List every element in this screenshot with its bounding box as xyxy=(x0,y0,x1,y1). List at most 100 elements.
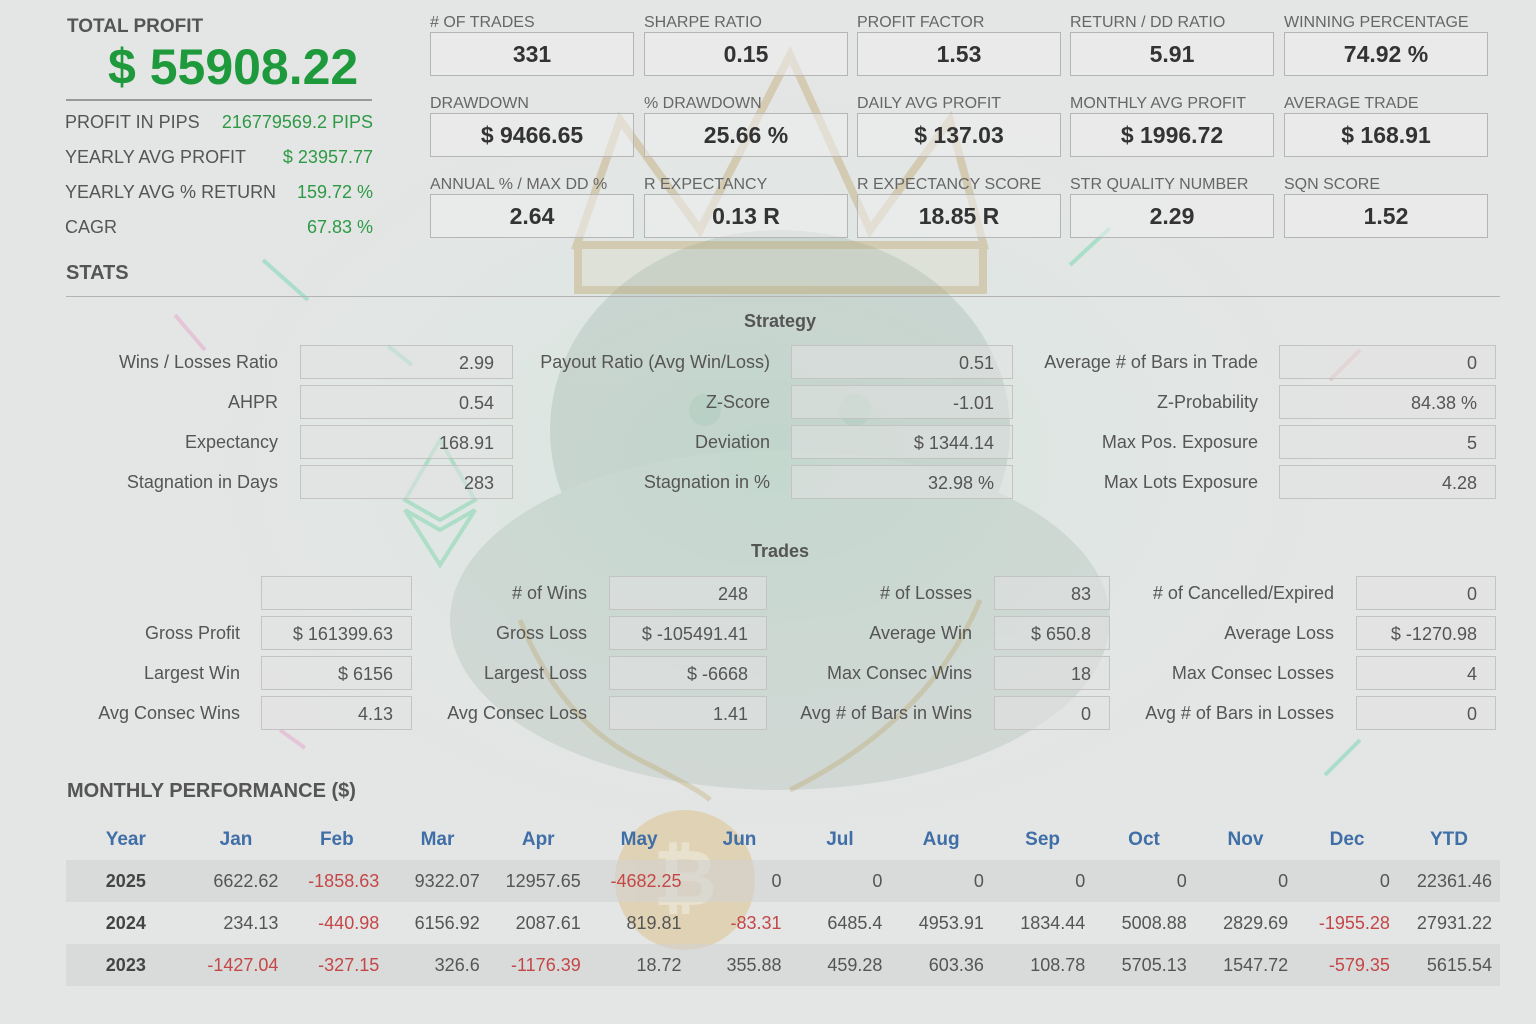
profit-in-pips-label: PROFIT IN PIPS xyxy=(65,112,200,132)
total-profit-label: TOTAL PROFIT xyxy=(67,16,204,37)
stat-label: Largest Win xyxy=(143,663,240,683)
stat-value: 283 xyxy=(300,465,513,499)
kpi-label: RETURN / DD RATIO xyxy=(1070,14,1226,31)
month-cell: 819.81 xyxy=(626,912,682,933)
month-cell: -83.31 xyxy=(730,912,782,933)
yearly-avg-return-label: YEARLY AVG % RETURN xyxy=(65,182,277,202)
kpi-value: 25.66 % xyxy=(644,113,848,157)
column-header: Jun xyxy=(722,829,757,850)
total-profit-value: $ 55908.22 xyxy=(108,39,359,95)
month-cell: 5008.88 xyxy=(1121,912,1187,933)
monthly-performance-table: Year Jan Feb Mar Apr May Jun Jul Aug Sep… xyxy=(66,820,1500,986)
column-header: YTD xyxy=(1429,829,1468,850)
stat-label: Stagnation in Days xyxy=(126,472,278,492)
stat-value: 4.28 xyxy=(1279,465,1496,499)
stat-value: 0.54 xyxy=(300,385,513,419)
month-cell: -440.98 xyxy=(318,912,380,933)
stat-value: $ -105491.41 xyxy=(609,616,767,650)
stat-label: Z-Probability xyxy=(1156,392,1258,412)
month-cell: 2829.69 xyxy=(1223,912,1289,933)
yearly-avg-profit-value: $ 23957.77 xyxy=(282,147,373,167)
month-cell: 0 xyxy=(890,860,992,902)
stat-value: $ -6668 xyxy=(609,656,767,690)
month-cell: 18.72 xyxy=(588,944,690,986)
stat-value: 0.51 xyxy=(791,345,1013,379)
stat-value: 0 xyxy=(1356,696,1496,730)
stat-value: 2.99 xyxy=(300,345,513,379)
month-cell: 5705.13 xyxy=(1093,944,1195,986)
month-cell: 9322.07 xyxy=(387,860,488,902)
kpi-label: STR QUALITY NUMBER xyxy=(1070,176,1249,193)
stat-value: 0 xyxy=(1279,345,1496,379)
stat-label: # of Cancelled/Expired xyxy=(1152,583,1334,603)
stat-value: 248 xyxy=(609,576,767,610)
kpi-value: 74.92 % xyxy=(1284,32,1488,76)
kpi-value: 0.13 R xyxy=(644,194,848,238)
kpi-label: SHARPE RATIO xyxy=(644,14,762,31)
kpi-value: 1.53 xyxy=(857,32,1061,76)
column-header: May xyxy=(620,829,658,850)
month-cell: -1427.04 xyxy=(185,944,287,986)
month-cell: 0 xyxy=(1296,860,1398,902)
month-cell: 0 xyxy=(789,860,891,902)
stat-label: Gross Loss xyxy=(495,623,587,643)
kpi-value: 1.52 xyxy=(1284,194,1488,238)
month-cell: 1834.44 xyxy=(1020,912,1086,933)
stat-label: Z-Score xyxy=(705,392,770,412)
month-cell: 4953.91 xyxy=(918,912,984,933)
cagr-row: CAGR 67.83 % xyxy=(65,217,373,241)
stat-label: Gross Profit xyxy=(144,623,240,643)
month-cell: 459.28 xyxy=(789,944,891,986)
kpi-label: DAILY AVG PROFIT xyxy=(857,95,1002,112)
column-header: Sep xyxy=(1025,829,1060,850)
stat-label: Average Win xyxy=(869,623,972,643)
kpi-value: 5.91 xyxy=(1070,32,1274,76)
stat-value xyxy=(261,576,412,610)
month-cell: 1547.72 xyxy=(1194,944,1297,986)
monthly-performance-heading: MONTHLY PERFORMANCE ($) xyxy=(67,780,356,802)
kpi-label: MONTHLY AVG PROFIT xyxy=(1070,95,1247,112)
cagr-value: 67.83 % xyxy=(306,217,373,237)
stat-value: 0 xyxy=(1356,576,1496,610)
trades-heading: Trades xyxy=(751,541,810,561)
ytd-cell: 27931.22 xyxy=(1416,912,1492,933)
stat-label: Wins / Losses Ratio xyxy=(118,352,278,372)
kpi-value: 331 xyxy=(430,32,634,76)
kpi-value: $ 9466.65 xyxy=(430,113,634,157)
month-cell: -1858.63 xyxy=(286,860,388,902)
stat-value: 18 xyxy=(994,656,1110,690)
kpi-label: % DRAWDOWN xyxy=(644,95,762,112)
year-cell: 2023 xyxy=(66,944,186,986)
month-cell: -4682.25 xyxy=(588,860,690,902)
kpi-value: $ 1996.72 xyxy=(1070,113,1274,157)
yearly-avg-return-row: YEARLY AVG % RETURN 159.72 % xyxy=(65,182,373,206)
yearly-avg-return-value: 159.72 % xyxy=(296,182,373,202)
kpi-label: SQN SCORE xyxy=(1284,176,1381,193)
stat-label: Max Pos. Exposure xyxy=(1101,432,1258,452)
stat-label: Max Lots Exposure xyxy=(1103,472,1258,492)
stat-label: AHPR xyxy=(227,392,278,412)
stat-value: 32.98 % xyxy=(791,465,1013,499)
column-header: Jan xyxy=(219,829,253,850)
stat-value: 84.38 % xyxy=(1279,385,1496,419)
month-cell: 6156.92 xyxy=(414,912,480,933)
table-row: 2023 -1427.04 -327.15 326.6 -1176.39 18.72 355… xyxy=(66,944,1500,986)
month-cell: 6485.4 xyxy=(827,912,883,933)
month-cell: 0 xyxy=(689,860,790,902)
yearly-avg-profit-row: YEARLY AVG PROFIT $ 23957.77 xyxy=(65,147,373,171)
year-cell: 2025 xyxy=(66,860,186,902)
month-cell: 108.78 xyxy=(991,944,1094,986)
month-cell: 0 xyxy=(1093,860,1195,902)
month-cell: 326.6 xyxy=(387,944,488,986)
stat-value: $ 650.8 xyxy=(994,616,1110,650)
stat-value: -1.01 xyxy=(791,385,1013,419)
month-cell: 12957.65 xyxy=(487,860,589,902)
total-profit-divider xyxy=(66,99,372,101)
strategy-heading: Strategy xyxy=(744,311,817,331)
stat-label: Avg # of Bars in Losses xyxy=(1145,703,1334,723)
stat-value: 0 xyxy=(994,696,1110,730)
stats-heading: STATS xyxy=(66,262,129,284)
stat-label: Max Consec Wins xyxy=(826,663,972,683)
stat-label: Max Consec Losses xyxy=(1171,663,1334,683)
month-cell: 0 xyxy=(1194,860,1297,902)
